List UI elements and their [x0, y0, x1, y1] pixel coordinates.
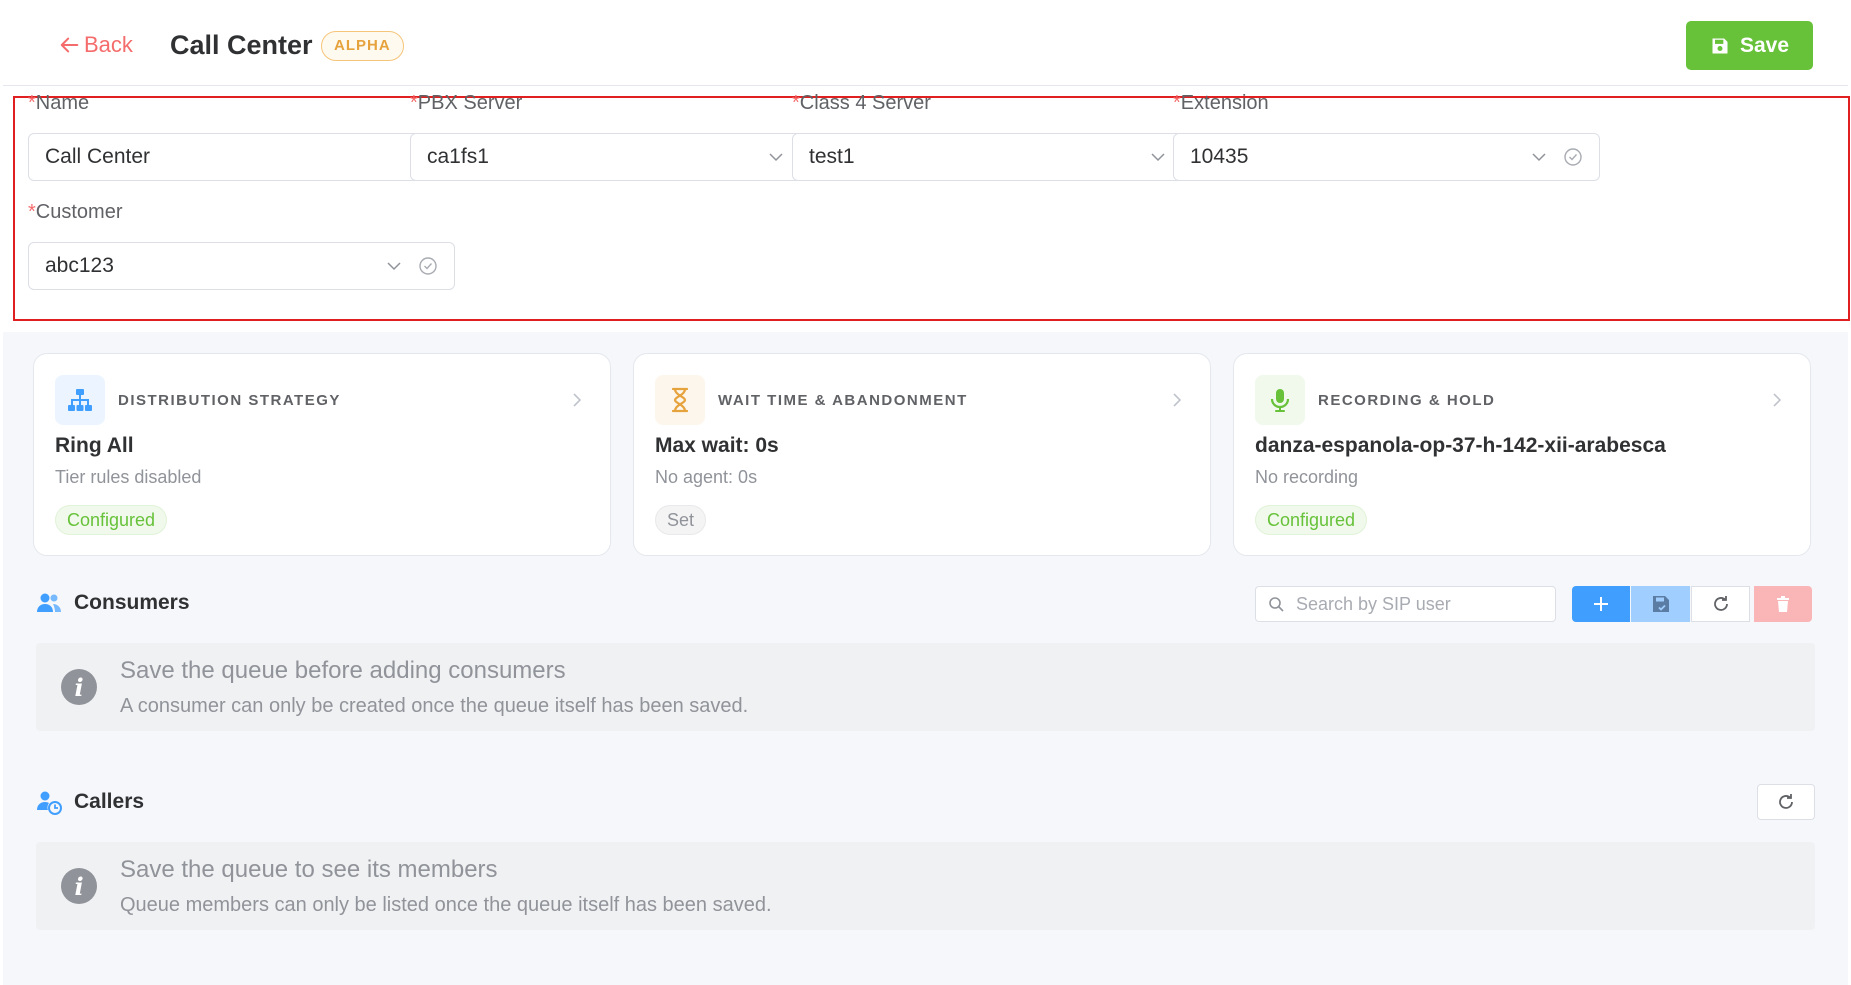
wait-time-card[interactable]: WAIT TIME & ABANDONMENT Max wait: 0s No … — [633, 353, 1211, 556]
name-label: *Name — [28, 92, 90, 114]
alpha-badge: ALPHA — [321, 31, 404, 61]
consumers-title: Consumers — [74, 591, 190, 614]
info-icon: i — [61, 868, 97, 904]
card-value: Max wait: 0s — [655, 434, 779, 457]
card-value: Ring All — [55, 434, 134, 457]
card-subtitle: Tier rules disabled — [55, 467, 202, 487]
distribution-strategy-card[interactable]: DISTRIBUTION STRATEGY Ring All Tier rule… — [33, 353, 611, 556]
class4-server-label: *Class 4 Server — [792, 92, 931, 114]
consumers-notice: i Save the queue before adding consumers… — [36, 643, 1815, 731]
refresh-icon — [1713, 596, 1728, 611]
search-input[interactable] — [1296, 593, 1546, 615]
hourglass-icon — [671, 387, 689, 413]
callers-title: Callers — [74, 790, 145, 813]
card-value: danza-espanola-op-37-h-142-xii-arabesca — [1255, 434, 1666, 457]
delete-consumers-button[interactable] — [1754, 586, 1812, 622]
card-title: WAIT TIME & ABANDONMENT — [718, 392, 968, 409]
microphone-icon — [1270, 389, 1290, 412]
save-label: Save — [1739, 33, 1790, 57]
save-consumers-button[interactable] — [1631, 586, 1690, 622]
chevron-down-icon — [1532, 153, 1546, 162]
customer-label: *Customer — [28, 201, 123, 223]
search-icon — [1269, 597, 1284, 612]
callers-heading: Callers — [36, 789, 144, 815]
customer-field: *Customer abc123 — [28, 201, 455, 290]
name-input[interactable]: Call Center — [28, 133, 455, 181]
info-icon: i — [61, 669, 97, 705]
users-icon — [37, 593, 61, 612]
sitemap-icon — [68, 389, 92, 411]
callers-notice: i Save the queue to see its members Queu… — [36, 842, 1815, 930]
consumers-heading: Consumers — [36, 590, 190, 616]
card-subtitle: No recording — [1255, 467, 1359, 487]
name-field: *Name Call Center — [28, 92, 455, 181]
chevron-right-icon[interactable] — [570, 392, 584, 408]
status-tag: Configured — [1255, 505, 1368, 535]
chevron-right-icon[interactable] — [1170, 392, 1184, 408]
back-label: Back — [84, 32, 133, 57]
extension-select[interactable]: 10435 — [1173, 133, 1600, 181]
page: Back Call Center ALPHA Save *Name Call C… — [3, 0, 1850, 985]
extension-field: *Extension 10435 — [1173, 92, 1600, 181]
notice-title: Save the queue to see its members — [120, 856, 498, 883]
card-title: DISTRIBUTION STRATEGY — [118, 392, 341, 409]
svg-text:i: i — [74, 872, 83, 901]
pbx-server-select[interactable]: ca1fs1 — [410, 133, 837, 181]
notice-title: Save the queue before adding consumers — [120, 657, 566, 684]
svg-text:i: i — [74, 673, 83, 702]
class4-server-select[interactable]: test1 — [792, 133, 1219, 181]
recording-hold-card[interactable]: RECORDING & HOLD danza-espanola-op-37-h-… — [1233, 353, 1811, 556]
user-clock-icon — [37, 791, 62, 815]
chevron-down-icon — [1151, 153, 1165, 162]
save-icon — [1712, 38, 1728, 53]
trash-icon — [1777, 596, 1789, 612]
chevron-down-icon — [769, 153, 783, 162]
save-button[interactable]: Save — [1686, 21, 1813, 70]
class4-server-field: *Class 4 Server test1 — [792, 92, 1219, 181]
add-consumer-button[interactable] — [1572, 586, 1630, 622]
card-title: RECORDING & HOLD — [1318, 392, 1496, 409]
refresh-consumers-button[interactable] — [1691, 586, 1750, 622]
notice-description: A consumer can only be created once the … — [120, 695, 749, 717]
pbx-server-label: *PBX Server — [410, 92, 523, 114]
card-icon-box — [1255, 375, 1305, 425]
status-tag: Set — [655, 505, 707, 535]
customer-select[interactable]: abc123 — [28, 242, 455, 290]
check-circle-icon — [419, 257, 437, 275]
card-icon-box — [655, 375, 705, 425]
refresh-callers-button[interactable] — [1757, 784, 1815, 820]
chevron-down-icon — [387, 262, 401, 271]
arrow-left-icon — [60, 37, 79, 53]
status-tag: Configured — [55, 505, 168, 535]
page-title: Call Center — [170, 30, 313, 60]
extension-label: *Extension — [1173, 92, 1269, 114]
chevron-right-icon[interactable] — [1770, 392, 1784, 408]
notice-description: Queue members can only be listed once th… — [120, 894, 772, 916]
card-subtitle: No agent: 0s — [655, 467, 758, 487]
pbx-server-field: *PBX Server ca1fs1 — [410, 92, 837, 181]
refresh-icon — [1779, 794, 1793, 809]
back-link[interactable]: Back — [59, 32, 133, 58]
plus-icon — [1594, 597, 1608, 611]
header: Back Call Center ALPHA Save — [3, 0, 1848, 86]
queue-form: *Name Call Center *PBX Server ca1fs1 *Cl… — [3, 86, 1850, 332]
sip-user-search[interactable] — [1255, 586, 1556, 622]
check-circle-icon — [1564, 148, 1582, 166]
card-icon-box — [55, 375, 105, 425]
name-value: Call Center — [45, 145, 151, 168]
save-icon — [1652, 596, 1669, 612]
